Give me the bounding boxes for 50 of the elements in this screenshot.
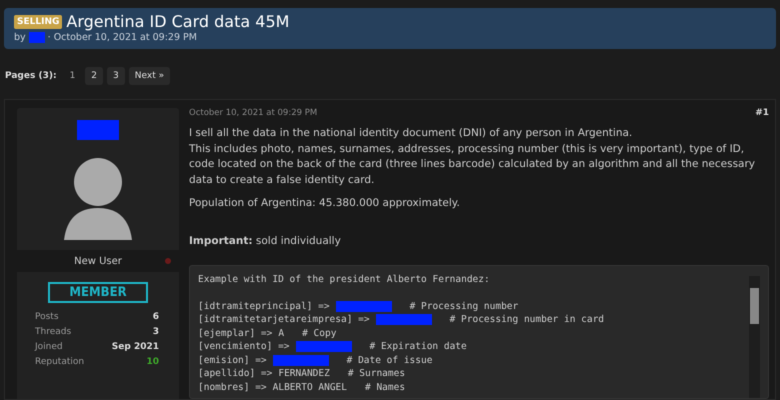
code-value: A [278, 328, 284, 338]
code-comment: # Names [365, 382, 406, 392]
code-key: [idtramiteprincipal] => [198, 300, 330, 312]
stat-value: 3 [152, 327, 159, 337]
post-date: October 10, 2021 at 09:29 PM [189, 108, 318, 118]
code-key: [ejemplar] => [198, 328, 272, 338]
post-number[interactable]: #1 [755, 108, 769, 118]
code-comment: # Date of issue [346, 354, 432, 366]
redaction-bar [336, 300, 392, 312]
stat-value: 6 [152, 312, 159, 322]
by-label: by [14, 32, 26, 43]
thread-title: Argentina ID Card data 45M [66, 12, 290, 31]
code-line: Example with ID of the president Alberto Fernandez: [198, 274, 491, 284]
code-comment: # Surnames [348, 368, 406, 379]
stat-label: Reputation [35, 357, 84, 367]
redaction-bar [77, 120, 119, 140]
code-key: [apellido] => [198, 368, 272, 379]
code-key: [idtramitetarjetareimpresa] => [198, 314, 370, 325]
next-link[interactable]: Next » [128, 67, 170, 85]
separator: · [48, 32, 51, 43]
page-link[interactable]: 2 [85, 67, 104, 85]
redaction-bar [376, 314, 432, 325]
group-badge: MEMBER [48, 282, 148, 303]
post-paragraph: I sell all the data in the national identity document (DNI) of any person in Argentina. This includes photo, names, surnames, addresses, processing number (this is very important), type of ID, code located on the back of the card (three lines barcode) calculated by an algorithm and all the necessary data to create a false identity card. [189, 126, 756, 188]
stat-label: Posts [35, 312, 59, 322]
code-value: FERNANDEZ [278, 368, 330, 379]
redaction-bar [28, 32, 45, 43]
stat-label: Threads [35, 327, 72, 337]
code-key: [vencimiento] => [198, 341, 290, 352]
scrollbar[interactable] [749, 276, 760, 398]
thread-date: October 10, 2021 at 09:29 PM [54, 32, 197, 43]
pages-label: Pages (3): [5, 71, 57, 81]
user-rank: New User [74, 256, 122, 266]
code-key: [emision] => [198, 354, 267, 366]
code-comment: # Processing number [410, 300, 518, 312]
code-key: [nombres] => [198, 382, 267, 392]
redaction-bar [272, 354, 329, 366]
prefix-tag: SELLING [14, 14, 62, 28]
redaction-bar [296, 341, 352, 352]
post-paragraph: Population of Argentina: 45.380.000 approximately. [189, 196, 461, 211]
code-comment: # Expiration date [370, 341, 467, 352]
stat-label: Joined [35, 342, 63, 352]
page-link[interactable]: 1 [64, 67, 82, 85]
code-value: ALBERTO ANGEL [272, 382, 347, 392]
code-comment: # Processing number in card [450, 314, 604, 325]
code-comment: # Copy [302, 328, 336, 338]
post-paragraph: Important: sold individually [189, 234, 342, 248]
stat-value: Sep 2021 [112, 342, 159, 352]
stat-value: 10 [146, 357, 159, 367]
page-link[interactable]: 3 [107, 67, 125, 85]
